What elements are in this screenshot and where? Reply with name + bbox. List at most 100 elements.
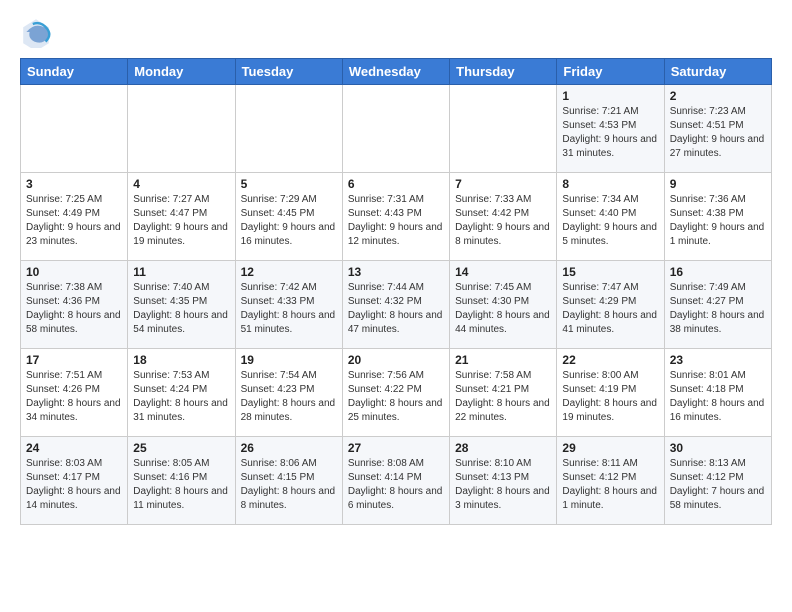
cell-info: Sunrise: 7:21 AM Sunset: 4:53 PM Dayligh… (562, 105, 658, 161)
day-number: 20 (348, 353, 444, 367)
calendar-cell: 8 Sunrise: 7:34 AM Sunset: 4:40 PM Daylig… (557, 173, 664, 261)
day-number: 27 (348, 441, 444, 455)
calendar-cell: 5 Sunrise: 7:29 AM Sunset: 4:45 PM Daylig… (235, 173, 342, 261)
day-number: 30 (670, 441, 766, 455)
calendar-cell (450, 85, 557, 173)
cell-info: Sunrise: 7:34 AM Sunset: 4:40 PM Dayligh… (562, 193, 658, 249)
day-number: 14 (455, 265, 551, 279)
calendar-cell: 18 Sunrise: 7:53 AM Sunset: 4:24 PM Dayli… (128, 349, 235, 437)
weekday-header: Sunday (21, 59, 128, 85)
cell-info: Sunrise: 7:53 AM Sunset: 4:24 PM Dayligh… (133, 369, 229, 425)
calendar-cell: 16 Sunrise: 7:49 AM Sunset: 4:27 PM Dayli… (664, 261, 771, 349)
cell-info: Sunrise: 7:54 AM Sunset: 4:23 PM Dayligh… (241, 369, 337, 425)
day-number: 2 (670, 89, 766, 103)
day-number: 15 (562, 265, 658, 279)
calendar-cell: 9 Sunrise: 7:36 AM Sunset: 4:38 PM Daylig… (664, 173, 771, 261)
calendar-cell: 19 Sunrise: 7:54 AM Sunset: 4:23 PM Dayli… (235, 349, 342, 437)
cell-info: Sunrise: 7:42 AM Sunset: 4:33 PM Dayligh… (241, 281, 337, 337)
calendar-cell (128, 85, 235, 173)
cell-info: Sunrise: 7:27 AM Sunset: 4:47 PM Dayligh… (133, 193, 229, 249)
day-number: 1 (562, 89, 658, 103)
cell-info: Sunrise: 7:36 AM Sunset: 4:38 PM Dayligh… (670, 193, 766, 249)
calendar-cell: 22 Sunrise: 8:00 AM Sunset: 4:19 PM Dayli… (557, 349, 664, 437)
calendar-table: SundayMondayTuesdayWednesdayThursdayFrid… (20, 58, 772, 525)
calendar-cell: 27 Sunrise: 8:08 AM Sunset: 4:14 PM Dayli… (342, 437, 449, 525)
calendar-week-row: 10 Sunrise: 7:38 AM Sunset: 4:36 PM Dayli… (21, 261, 772, 349)
calendar-cell: 13 Sunrise: 7:44 AM Sunset: 4:32 PM Dayli… (342, 261, 449, 349)
cell-info: Sunrise: 7:51 AM Sunset: 4:26 PM Dayligh… (26, 369, 122, 425)
calendar-week-row: 17Sunrise: 7:51 AM Sunset: 4:26 PM Dayli… (21, 349, 772, 437)
calendar-cell: 20Sunrise: 7:56 AM Sunset: 4:22 PM Dayli… (342, 349, 449, 437)
cell-info: Sunrise: 8:00 AM Sunset: 4:19 PM Dayligh… (562, 369, 658, 425)
weekday-header: Monday (128, 59, 235, 85)
cell-info: Sunrise: 7:38 AM Sunset: 4:36 PM Dayligh… (26, 281, 122, 337)
calendar-cell: 25 Sunrise: 8:05 AM Sunset: 4:16 PM Dayli… (128, 437, 235, 525)
day-number: 11 (133, 265, 229, 279)
weekday-header: Wednesday (342, 59, 449, 85)
cell-info: Sunrise: 7:58 AM Sunset: 4:21 PM Dayligh… (455, 369, 551, 425)
weekday-header-row: SundayMondayTuesdayWednesdayThursdayFrid… (21, 59, 772, 85)
cell-info: Sunrise: 7:49 AM Sunset: 4:27 PM Dayligh… (670, 281, 766, 337)
page: SundayMondayTuesdayWednesdayThursdayFrid… (0, 0, 792, 535)
cell-info: Sunrise: 8:03 AM Sunset: 4:17 PM Dayligh… (26, 457, 122, 513)
day-number: 23 (670, 353, 766, 367)
day-number: 9 (670, 177, 766, 191)
calendar-cell: 26 Sunrise: 8:06 AM Sunset: 4:15 PM Dayli… (235, 437, 342, 525)
calendar-cell (235, 85, 342, 173)
day-number: 22 (562, 353, 658, 367)
calendar-cell: 12 Sunrise: 7:42 AM Sunset: 4:33 PM Dayli… (235, 261, 342, 349)
calendar-cell: 2 Sunrise: 7:23 AM Sunset: 4:51 PM Daylig… (664, 85, 771, 173)
calendar-week-row: 24 Sunrise: 8:03 AM Sunset: 4:17 PM Dayli… (21, 437, 772, 525)
cell-info: Sunrise: 7:29 AM Sunset: 4:45 PM Dayligh… (241, 193, 337, 249)
cell-info: Sunrise: 8:05 AM Sunset: 4:16 PM Dayligh… (133, 457, 229, 513)
day-number: 7 (455, 177, 551, 191)
weekday-header: Friday (557, 59, 664, 85)
calendar-cell: 30 Sunrise: 8:13 AM Sunset: 4:12 PM Dayli… (664, 437, 771, 525)
day-number: 13 (348, 265, 444, 279)
cell-info: Sunrise: 7:33 AM Sunset: 4:42 PM Dayligh… (455, 193, 551, 249)
cell-info: Sunrise: 8:13 AM Sunset: 4:12 PM Dayligh… (670, 457, 766, 513)
weekday-header: Saturday (664, 59, 771, 85)
calendar-cell: 10 Sunrise: 7:38 AM Sunset: 4:36 PM Dayli… (21, 261, 128, 349)
day-number: 10 (26, 265, 122, 279)
calendar-cell: 14 Sunrise: 7:45 AM Sunset: 4:30 PM Dayli… (450, 261, 557, 349)
cell-info: Sunrise: 7:31 AM Sunset: 4:43 PM Dayligh… (348, 193, 444, 249)
day-number: 24 (26, 441, 122, 455)
calendar-cell: 23Sunrise: 8:01 AM Sunset: 4:18 PM Dayli… (664, 349, 771, 437)
day-number: 6 (348, 177, 444, 191)
day-number: 3 (26, 177, 122, 191)
day-number: 5 (241, 177, 337, 191)
day-number: 26 (241, 441, 337, 455)
calendar-cell: 1 Sunrise: 7:21 AM Sunset: 4:53 PM Daylig… (557, 85, 664, 173)
day-number: 19 (241, 353, 337, 367)
day-number: 8 (562, 177, 658, 191)
day-number: 21 (455, 353, 551, 367)
logo (20, 16, 56, 48)
cell-info: Sunrise: 7:44 AM Sunset: 4:32 PM Dayligh… (348, 281, 444, 337)
calendar-cell: 29Sunrise: 8:11 AM Sunset: 4:12 PM Dayli… (557, 437, 664, 525)
cell-info: Sunrise: 7:45 AM Sunset: 4:30 PM Dayligh… (455, 281, 551, 337)
cell-info: Sunrise: 7:23 AM Sunset: 4:51 PM Dayligh… (670, 105, 766, 161)
calendar-cell: 11Sunrise: 7:40 AM Sunset: 4:35 PM Dayli… (128, 261, 235, 349)
cell-info: Sunrise: 8:11 AM Sunset: 4:12 PM Dayligh… (562, 457, 658, 513)
cell-info: Sunrise: 8:08 AM Sunset: 4:14 PM Dayligh… (348, 457, 444, 513)
calendar-cell: 4Sunrise: 7:27 AM Sunset: 4:47 PM Daylig… (128, 173, 235, 261)
calendar-cell: 24 Sunrise: 8:03 AM Sunset: 4:17 PM Dayli… (21, 437, 128, 525)
cell-info: Sunrise: 7:47 AM Sunset: 4:29 PM Dayligh… (562, 281, 658, 337)
calendar-cell (21, 85, 128, 173)
day-number: 25 (133, 441, 229, 455)
day-number: 12 (241, 265, 337, 279)
calendar-cell: 28Sunrise: 8:10 AM Sunset: 4:13 PM Dayli… (450, 437, 557, 525)
day-number: 28 (455, 441, 551, 455)
weekday-header: Tuesday (235, 59, 342, 85)
calendar-cell: 17Sunrise: 7:51 AM Sunset: 4:26 PM Dayli… (21, 349, 128, 437)
calendar-week-row: 1 Sunrise: 7:21 AM Sunset: 4:53 PM Daylig… (21, 85, 772, 173)
header (20, 16, 772, 48)
calendar-week-row: 3Sunrise: 7:25 AM Sunset: 4:49 PM Daylig… (21, 173, 772, 261)
calendar-cell: 3Sunrise: 7:25 AM Sunset: 4:49 PM Daylig… (21, 173, 128, 261)
day-number: 18 (133, 353, 229, 367)
calendar-cell (342, 85, 449, 173)
calendar-cell: 21 Sunrise: 7:58 AM Sunset: 4:21 PM Dayli… (450, 349, 557, 437)
day-number: 16 (670, 265, 766, 279)
cell-info: Sunrise: 8:06 AM Sunset: 4:15 PM Dayligh… (241, 457, 337, 513)
